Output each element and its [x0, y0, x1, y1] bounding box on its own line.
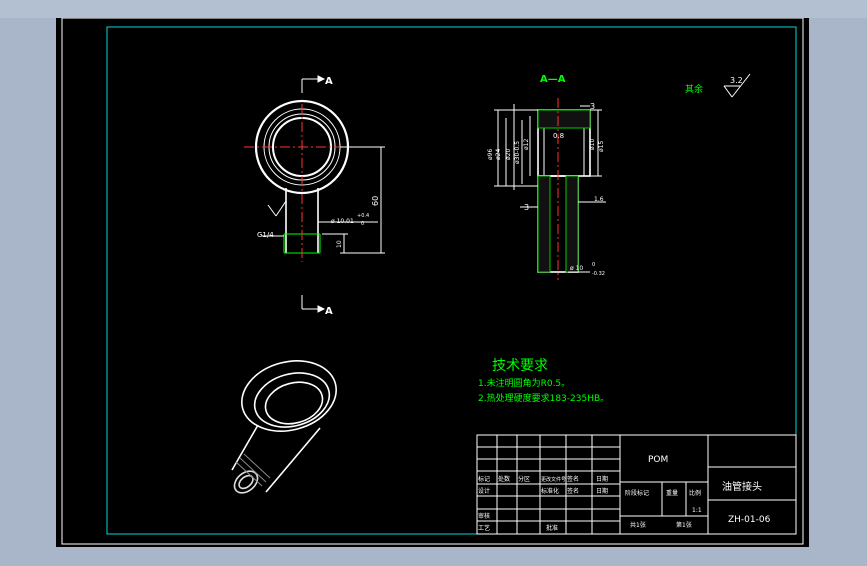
dim-top-small: 3	[590, 102, 595, 111]
dim-bore-tol-upper: +0.4	[357, 213, 369, 219]
dim-right-small: 1.6	[594, 196, 604, 203]
title-material: POM	[648, 455, 668, 465]
tech-req-title: 技术要求	[492, 358, 548, 374]
dim-d3: ø20	[505, 149, 512, 160]
tb-h-mark: 标记	[478, 475, 490, 483]
section-label-bottom: A	[325, 306, 333, 317]
dim-d6: ø10	[589, 139, 596, 150]
window-top-strip	[0, 0, 867, 18]
tb-h-process: 工艺	[478, 524, 490, 532]
dim-d1: ø96	[487, 149, 494, 160]
dim-d5: ø12	[523, 139, 530, 150]
dim-bore-tol-lower: 0	[361, 221, 364, 227]
tb-h-count: 处数	[498, 475, 510, 483]
dim-thread-length: 10	[336, 240, 343, 248]
title-part-name: 油管接头	[722, 480, 762, 493]
dim-d7: ø15	[598, 141, 605, 152]
dim-left-small: 3	[524, 203, 529, 212]
tb-h-sheet: 第1张	[676, 521, 692, 529]
dim-hole-tol-upper: 0	[592, 262, 595, 268]
tb-h-weight: 重量	[666, 489, 678, 497]
dim-thread: G1/4	[257, 231, 274, 239]
tb-h-sheets: 共1张	[630, 521, 646, 529]
tb-h-date: 日期	[596, 475, 608, 483]
cad-viewport: A A 60 ø 10.01 +0.4 0 10 G1/4 A—A ø96 ø2…	[0, 0, 867, 562]
surface-finish-value: 3.2	[730, 76, 743, 85]
tb-h-doc: 更改文件号	[541, 476, 566, 483]
surface-finish-label: 其余	[685, 83, 703, 95]
tb-h-zone: 分区	[518, 475, 530, 483]
tb-h-review: 审核	[478, 512, 490, 520]
section-label-top: A	[325, 76, 333, 87]
tb-h-sign: 签名	[567, 475, 579, 483]
dim-chamfer: 0.8	[553, 132, 564, 140]
dim-bore: ø 10.01	[331, 218, 354, 225]
tb-h-approve: 批准	[546, 524, 558, 532]
drawing-background	[56, 16, 809, 547]
tech-req-item2: 2.热处理硬度要求183-235HB。	[478, 392, 609, 404]
dim-hole: ø 10	[570, 265, 583, 272]
tb-scale-val: 1:1	[692, 507, 702, 514]
dim-d4: ø30-0.5	[514, 141, 521, 164]
tb-h-date2: 日期	[596, 487, 608, 495]
dim-hole-tol-lower: -0.32	[592, 271, 605, 277]
tb-h-sign2: 签名	[567, 487, 579, 495]
tech-req-item1: 1.未注明圆角为R0.5。	[478, 377, 570, 389]
tb-h-scale: 比例	[689, 489, 701, 497]
tb-h-std: 标准化	[541, 487, 559, 495]
tb-h-stage: 阶段标记	[625, 489, 649, 497]
tb-h-design: 设计	[478, 487, 490, 495]
title-drawing-no: ZH-01-06	[728, 515, 771, 525]
drawing-canvas: A A 60 ø 10.01 +0.4 0 10 G1/4 A—A ø96 ø2…	[56, 16, 809, 547]
section-title: A—A	[540, 74, 566, 85]
dim-d2: ø24	[495, 149, 502, 160]
dim-overall-height: 60	[371, 196, 380, 206]
